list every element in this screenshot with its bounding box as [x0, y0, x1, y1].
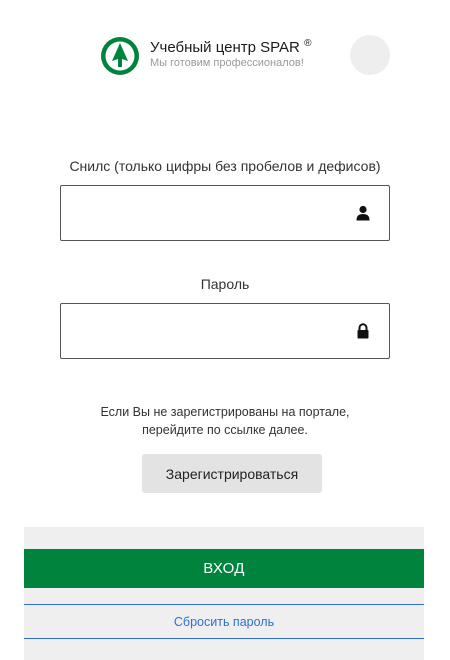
register-info-line-2: перейдите по ссылке далее. — [142, 423, 308, 437]
header: Учебный центр SPAR ® Мы готовим професси… — [100, 32, 400, 80]
lock-icon — [357, 323, 369, 339]
reset-password-link[interactable]: Сбросить пароль — [24, 604, 424, 639]
password-label: Пароль — [200, 276, 250, 292]
spar-tree-logo-icon — [101, 37, 139, 75]
snils-field[interactable] — [60, 185, 390, 242]
password-input[interactable] — [69, 304, 353, 360]
login-button[interactable]: ВХОД — [24, 549, 424, 588]
register-info-line-1: Если Вы не зарегистрированы на портале, — [100, 405, 350, 419]
login-page: Учебный центр SPAR ® Мы готовим професси… — [0, 0, 450, 660]
avatar[interactable] — [350, 35, 390, 75]
snils-input[interactable] — [69, 186, 353, 242]
snils-label: Снилс (только цифры без пробелов и дефис… — [69, 158, 381, 174]
registered-mark: ® — [304, 38, 312, 49]
brand-title: Учебный центр SPAR ® — [150, 38, 312, 56]
brand-subtitle: Мы готовим профессионалов! — [150, 57, 304, 69]
register-info: Если Вы не зарегистрированы на портале, … — [0, 403, 450, 439]
register-button[interactable]: Зарегистрироваться — [142, 454, 322, 493]
password-field[interactable] — [60, 303, 390, 360]
actions-panel: ВХОД Сбросить пароль — [24, 527, 424, 660]
user-icon — [356, 205, 370, 221]
